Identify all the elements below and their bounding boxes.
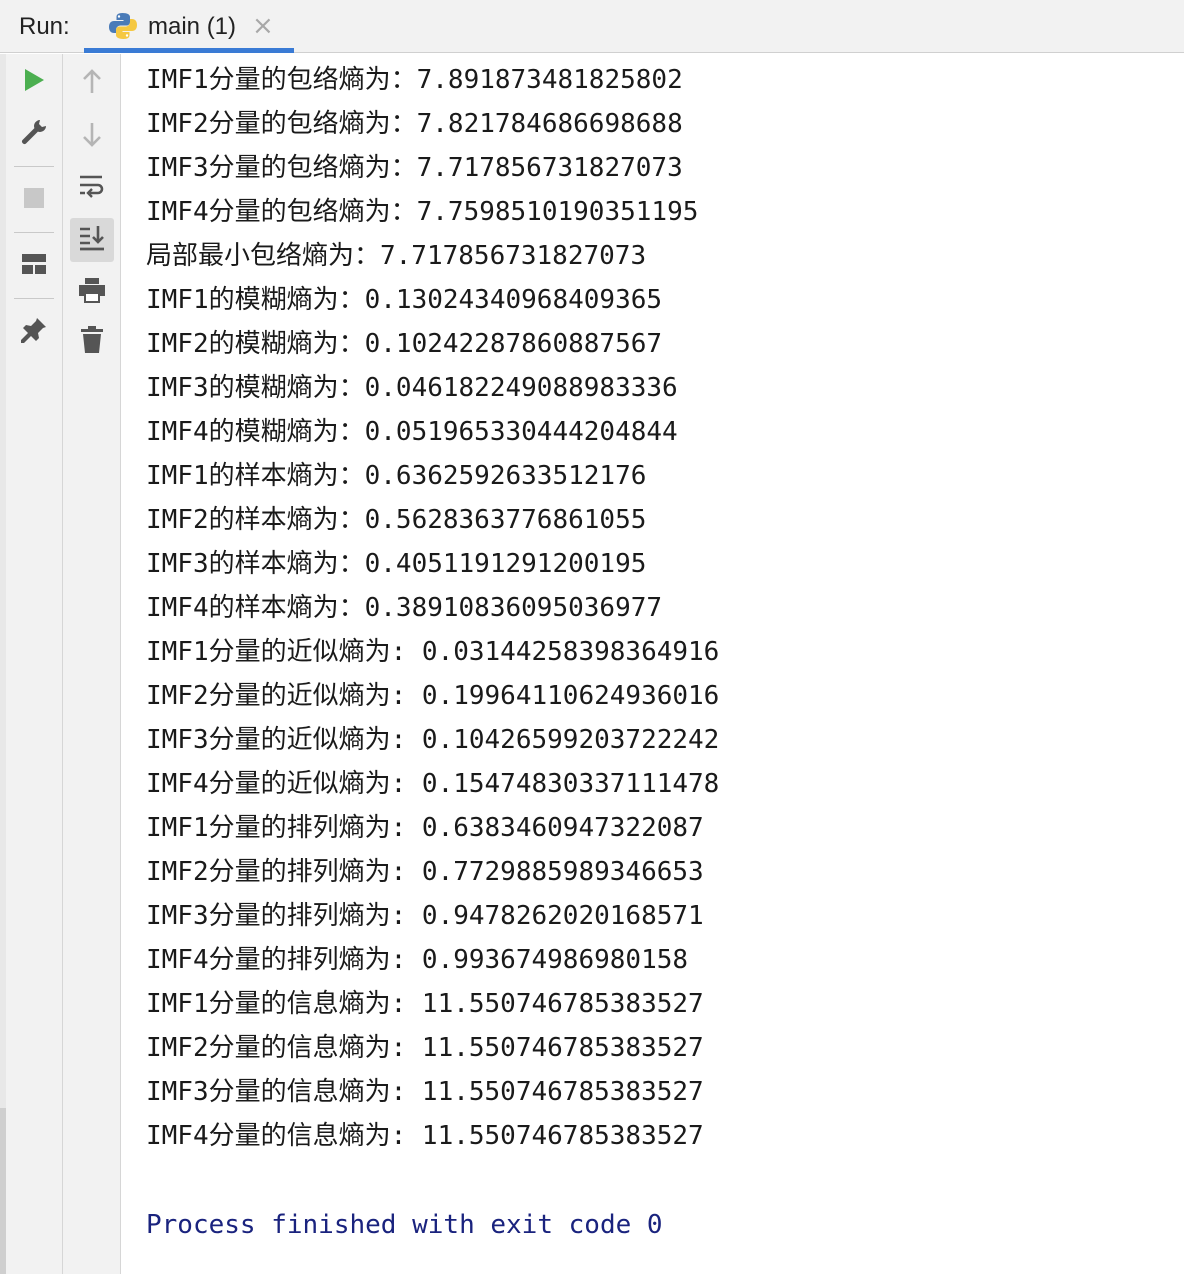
- console-line: IMF3分量的排列熵为: 0.9478262020168571: [146, 901, 704, 931]
- rerun-button[interactable]: [14, 62, 54, 102]
- pin-tab-button[interactable]: [14, 312, 54, 352]
- console-line: IMF3分量的包络熵为：7.717856731827073: [146, 153, 683, 183]
- console-line: IMF2的模糊熵为：0.10242287860887567: [146, 329, 663, 359]
- restore-layout-button[interactable]: [14, 246, 54, 286]
- console-line: IMF1的模糊熵为：0.13024340968409365: [146, 285, 663, 315]
- print-button[interactable]: [72, 272, 112, 312]
- soft-wrap-button[interactable]: [72, 168, 112, 208]
- console-line: IMF3的模糊熵为：0.046182249088983336: [146, 373, 678, 403]
- console-line: IMF2分量的近似熵为: 0.19964110624936016: [146, 681, 720, 711]
- pin-icon: [20, 316, 48, 348]
- trash-icon: [80, 326, 104, 358]
- console-line: IMF4分量的包络熵为：7.7598510190351195: [146, 197, 699, 227]
- stop-icon: [23, 187, 45, 213]
- wrench-icon: [20, 118, 48, 150]
- tab-main[interactable]: main (1) ×: [84, 0, 294, 53]
- console-line: IMF3分量的近似熵为: 0.10426599203722242: [146, 725, 720, 755]
- scroll-to-end-button[interactable]: [70, 218, 114, 262]
- console-line: IMF2分量的包络熵为：7.821784686698688: [146, 109, 683, 139]
- run-toolbar-secondary: [63, 54, 121, 1274]
- run-icon: [23, 68, 45, 96]
- console-line: IMF4分量的近似熵为: 0.15474830337111478: [146, 769, 720, 799]
- down-arrow-icon: [81, 121, 103, 151]
- run-label: Run:: [19, 13, 70, 40]
- console-output[interactable]: IMF1分量的包络熵为：7.891873481825802 IMF2分量的包络熵为…: [146, 58, 1184, 1158]
- process-finished-message: Process finished with exit code 0: [146, 1210, 663, 1240]
- next-occurrence-button[interactable]: [72, 116, 112, 156]
- close-icon[interactable]: ×: [252, 12, 274, 40]
- run-tool-window-header: Run: main (1) ×: [0, 0, 1184, 53]
- console-line: IMF4的模糊熵为：0.051965330444204844: [146, 417, 678, 447]
- console-line: IMF4的样本熵为：0.38910836095036977: [146, 593, 663, 623]
- scroll-to-end-icon: [78, 224, 106, 256]
- stop-button[interactable]: [14, 180, 54, 220]
- clear-all-button[interactable]: [72, 322, 112, 362]
- console-line: IMF4分量的排列熵为: 0.993674986980158: [146, 945, 689, 975]
- console-line: IMF3分量的信息熵为: 11.550746785383527: [146, 1077, 704, 1107]
- console-line: IMF2的样本熵为：0.5628363776861055: [146, 505, 647, 535]
- settings-button[interactable]: [14, 114, 54, 154]
- layout-icon: [21, 253, 47, 279]
- soft-wrap-icon: [78, 173, 106, 203]
- console-line: 局部最小包络熵为：7.717856731827073: [146, 241, 647, 271]
- python-icon: [108, 11, 138, 41]
- previous-occurrence-button[interactable]: [72, 64, 112, 104]
- console-line: IMF1分量的近似熵为: 0.03144258398364916: [146, 637, 720, 667]
- run-toolbar-primary: [6, 54, 63, 1274]
- tab-label: main (1): [148, 13, 237, 40]
- print-icon: [78, 277, 106, 307]
- console-line: IMF3的样本熵为：0.4051191291200195: [146, 549, 647, 579]
- console-line: IMF1分量的信息熵为: 11.550746785383527: [146, 989, 704, 1019]
- console-line: IMF2分量的信息熵为: 11.550746785383527: [146, 1033, 704, 1063]
- console-line: IMF1分量的包络熵为：7.891873481825802: [146, 65, 683, 95]
- console-line: IMF4分量的信息熵为: 11.550746785383527: [146, 1121, 704, 1151]
- up-arrow-icon: [81, 69, 103, 99]
- console-line: IMF2分量的排列熵为: 0.7729885989346653: [146, 857, 704, 887]
- console-line: IMF1分量的排列熵为: 0.6383460947322087: [146, 813, 704, 843]
- console-line: IMF1的样本熵为：0.6362592633512176: [146, 461, 647, 491]
